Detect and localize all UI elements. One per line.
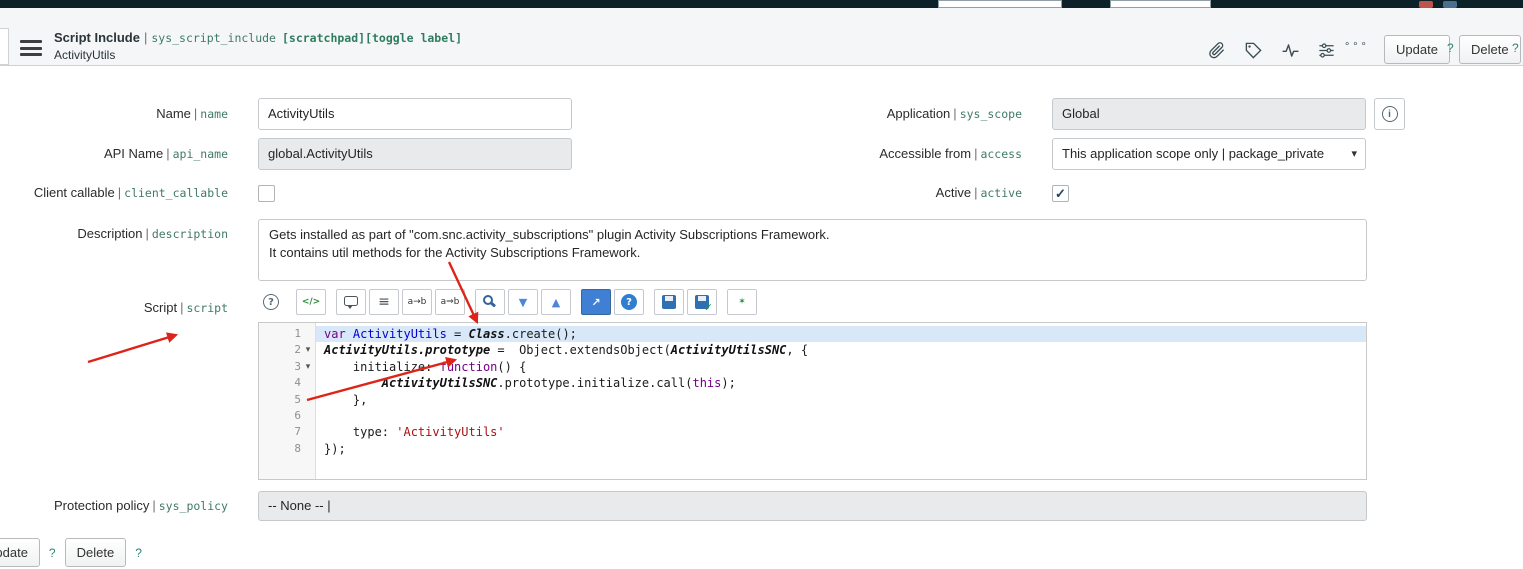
code-line-3[interactable]: initialize: function() {	[316, 359, 1366, 375]
application-input[interactable]: Global	[1052, 98, 1366, 130]
accessible-from-select[interactable]: This application scope only | package_pr…	[1052, 138, 1366, 170]
script-syntax-icon[interactable]: </>	[296, 289, 326, 315]
form-context-menu-icon[interactable]	[20, 40, 42, 57]
banner-icon[interactable]	[1443, 1, 1457, 8]
footer-delete-help-link[interactable]: ?	[135, 546, 142, 560]
banner-filter-input[interactable]	[1110, 0, 1211, 8]
replace-all-icon[interactable]: a⇒b	[435, 289, 465, 315]
form-header: Script Include | sys_script_include [scratc…	[0, 8, 1523, 66]
gutter-line-6[interactable]: 6	[259, 408, 315, 424]
protection-policy-input[interactable]: -- None -- |	[258, 491, 1367, 521]
record-title: Script Include | sys_script_include [scratc…	[54, 30, 462, 62]
attachment-icon[interactable]	[1203, 37, 1229, 63]
script-toolbar: ? </> ≡a→ba⇒b ▼▲ ↗? ✶	[256, 289, 767, 315]
title-annotations: [scratchpad][toggle label]	[281, 31, 462, 45]
code-line-7[interactable]: type: 'ActivityUtils'	[316, 424, 1366, 440]
code-line-2[interactable]: ActivityUtils.prototype = Object.extends…	[316, 342, 1366, 358]
name-input[interactable]: ActivityUtils	[258, 98, 572, 130]
description-textarea[interactable]: Gets installed as part of "com.snc.activ…	[258, 219, 1367, 281]
find-previous-icon[interactable]: ▲	[541, 289, 571, 315]
gutter-line-8[interactable]: 8	[259, 441, 315, 457]
top-banner	[0, 0, 1523, 8]
search-icon[interactable]	[475, 289, 505, 315]
editor-help-icon[interactable]: ?	[256, 289, 286, 315]
delete-help-link[interactable]: ?	[1512, 41, 1519, 55]
application-label: Application | sys_scope	[886, 106, 1022, 121]
record-name: ActivityUtils	[54, 48, 116, 62]
tag-icon[interactable]	[1240, 37, 1266, 63]
code-line-4[interactable]: ActivityUtilsSNC.prototype.initialize.ca…	[316, 375, 1366, 391]
replace-icon[interactable]: a→b	[402, 289, 432, 315]
annotation-arrows	[87, 261, 479, 402]
page: Script Include | sys_script_include [scratc…	[0, 0, 1523, 569]
active-label: Active | active	[935, 185, 1022, 200]
code-line-1[interactable]: var ActivityUtils = Class.create();	[316, 326, 1366, 343]
application-info-button[interactable]: i	[1374, 98, 1405, 130]
banner-search-input[interactable]	[938, 0, 1062, 8]
format-code-icon[interactable]: ≡	[369, 289, 399, 315]
script-editor[interactable]: 1 2 ▾ 3 ▾ 4 5 6 7 8 var ActivityUtils = Class.cre…	[258, 322, 1367, 480]
personalize-sliders-icon[interactable]	[1313, 37, 1339, 63]
toggle-comment-icon[interactable]	[336, 289, 366, 315]
paperclip-glyph	[1208, 41, 1224, 58]
api-name-label: API Name | api_name	[103, 146, 228, 161]
name-label: Name | name	[156, 106, 228, 121]
footer-update-button[interactable]: Update	[0, 538, 40, 567]
active-checkbox[interactable]: ✓	[1052, 185, 1069, 202]
chevron-down-icon: ▾	[1351, 148, 1357, 160]
hamburger-bar	[20, 53, 42, 56]
fold-icon[interactable]: ▾	[301, 342, 315, 358]
fold-icon[interactable]: ▾	[301, 359, 315, 375]
script-label: Script | script	[143, 300, 228, 315]
accessible-from-value: This application scope only | package_pr…	[1062, 146, 1325, 161]
save-icon[interactable]	[654, 289, 684, 315]
editor-gutter[interactable]: 1 2 ▾ 3 ▾ 4 5 6 7 8	[259, 323, 316, 479]
update-button[interactable]: Update	[1384, 35, 1450, 64]
info-icon: i	[1381, 106, 1398, 122]
hamburger-bar	[20, 40, 42, 43]
code-line-5[interactable]: },	[316, 392, 1366, 408]
protection-policy-label: Protection policy | sys_policy	[53, 498, 228, 513]
api-name-input[interactable]: global.ActivityUtils	[258, 138, 572, 170]
update-help-link[interactable]: ?	[1447, 41, 1454, 55]
footer-update-help-link[interactable]: ?	[49, 546, 56, 560]
help-circle-icon[interactable]: ?	[614, 289, 644, 315]
gutter-line-5[interactable]: 5	[259, 392, 315, 408]
annotation-arrow-script-label	[87, 332, 179, 364]
more-options-button[interactable]: ∘∘∘	[1344, 39, 1369, 50]
editor-code[interactable]: var ActivityUtils = Class.create(); Activ…	[316, 323, 1366, 479]
nav-edge-tab[interactable]	[0, 28, 9, 65]
footer-delete-button[interactable]: Delete	[64, 538, 127, 567]
hamburger-bar	[20, 46, 42, 50]
save-check-icon[interactable]	[687, 289, 717, 315]
gutter-line-2[interactable]: 2 ▾	[259, 342, 315, 358]
gutter-line-7[interactable]: 7	[259, 424, 315, 440]
banner-icon[interactable]	[1419, 1, 1433, 8]
title-separator: |	[143, 30, 148, 45]
code-line-6[interactable]	[316, 408, 1366, 424]
client-callable-label: Client callable | client_callable	[33, 185, 228, 200]
gutter-line-4[interactable]: 4	[259, 375, 315, 391]
open-new-window-icon[interactable]: ↗	[581, 289, 611, 315]
activity-stream-icon[interactable]	[1277, 37, 1303, 63]
form-footer: Update ? Delete ?	[0, 538, 142, 567]
code-line-8[interactable]: });	[316, 441, 1366, 457]
client-callable-checkbox[interactable]	[258, 185, 275, 202]
debug-icon[interactable]: ✶	[727, 289, 757, 315]
record-type: Script Include	[54, 30, 140, 45]
table-name: sys_script_include	[151, 31, 276, 45]
find-next-icon[interactable]: ▼	[508, 289, 538, 315]
gutter-line-3[interactable]: 3 ▾	[259, 359, 315, 375]
gutter-line-1[interactable]: 1	[259, 326, 315, 342]
description-label: Description | description	[77, 226, 228, 241]
accessible-from-label: Accessible from | access	[879, 146, 1022, 161]
